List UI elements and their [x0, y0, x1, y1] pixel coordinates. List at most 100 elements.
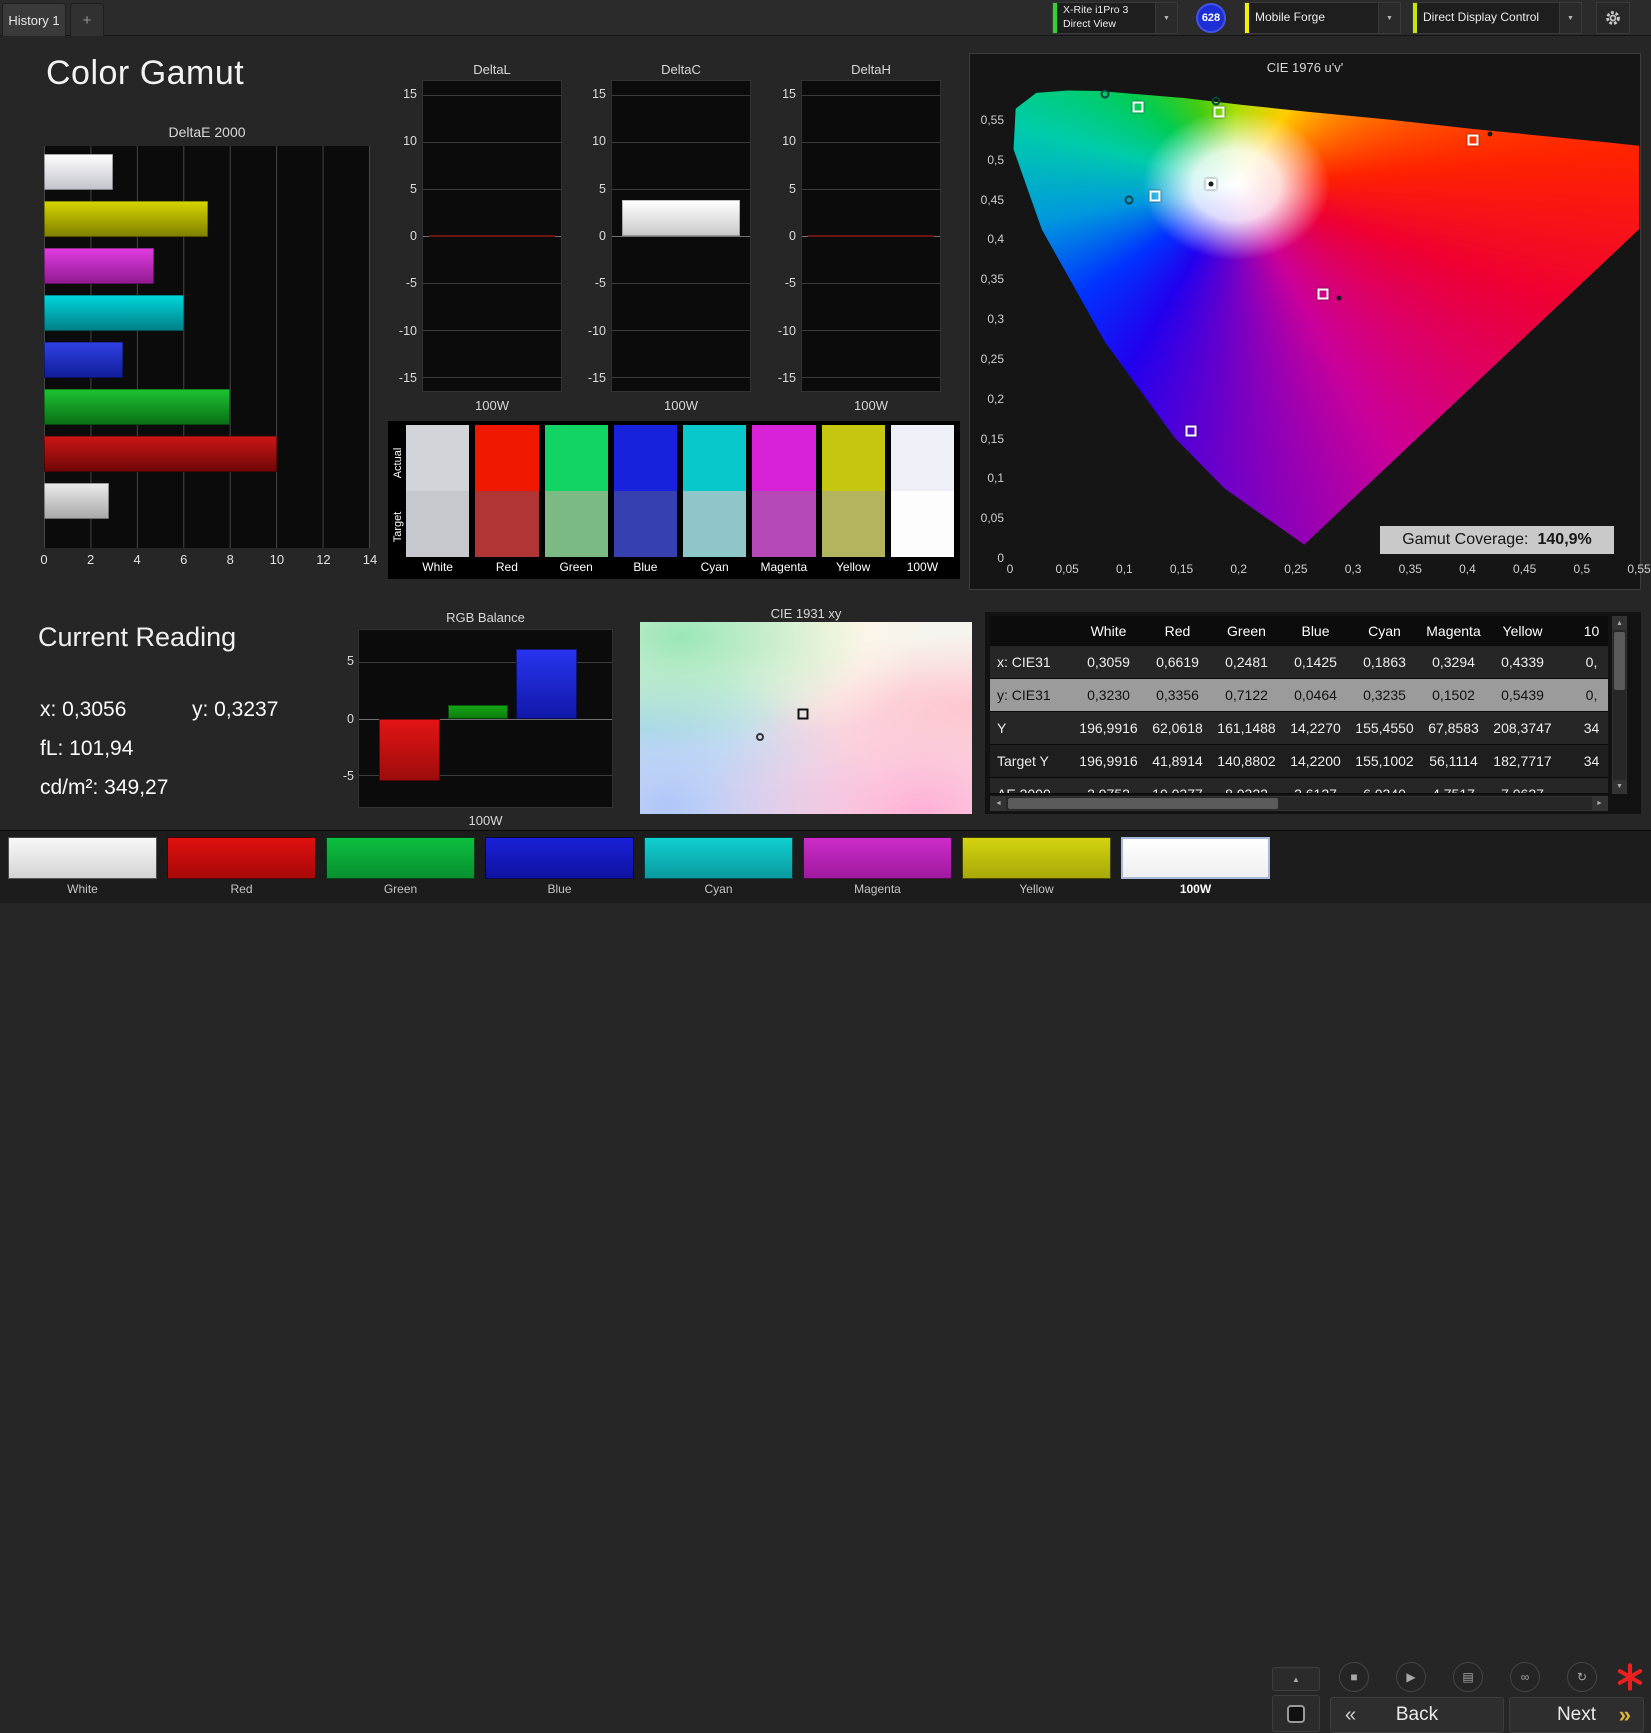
table-cell: 0,5439 [1501, 687, 1544, 703]
swatch-target [890, 491, 954, 557]
gridline [802, 376, 940, 378]
x-tick-label: 0,5 [1573, 562, 1591, 576]
vertical-scroll-thumb[interactable] [1614, 632, 1625, 690]
table-cell: 155,4550 [1355, 720, 1414, 736]
display-control-name: Direct Display Control [1423, 10, 1540, 25]
table-row-x-cie31[interactable]: x: CIE31 0,3059 0,6619 0,2481 0,1425 0,1863 0,… [990, 646, 1608, 679]
table-cell: 0,3230 [1087, 687, 1130, 703]
table-cell: 0,2481 [1225, 654, 1268, 670]
gamut-coverage-label: Gamut Coverage: [1402, 531, 1529, 548]
gridline [802, 282, 940, 284]
x-tick-label: 0 [1006, 562, 1014, 576]
table-vertical-scrollbar[interactable]: ▲ ▼ [1612, 616, 1627, 794]
table-cell: 0,3059 [1087, 654, 1130, 670]
gamut-coverage-readout: Gamut Coverage: 140,9% [1380, 526, 1614, 554]
table-cell: 196,9916 [1079, 753, 1138, 769]
y-tick-label: 10 [782, 134, 796, 149]
table-cell: 2,6127 [1281, 778, 1350, 793]
cie-1931-title: CIE 1931 xy [770, 606, 842, 621]
pattern-color-block [1121, 837, 1270, 879]
meter-dropdown[interactable]: X-Rite i1Pro 3 Direct View ▼ [1052, 2, 1178, 34]
pattern-button-cyan[interactable]: Cyan [644, 837, 793, 896]
y-tick-label: -15 [587, 370, 606, 385]
save-button[interactable]: ▤ [1453, 1662, 1483, 1692]
horizontal-scroll-thumb[interactable] [1008, 798, 1278, 809]
stop-button[interactable]: ■ [1339, 1662, 1369, 1692]
row-label: Y [997, 720, 1007, 736]
gridline [423, 376, 561, 378]
pattern-label: Green [383, 882, 418, 896]
table-cell: 0,1425 [1294, 654, 1337, 670]
reading-cdm2: cd/m²: 349,27 [40, 776, 169, 799]
display-control-dropdown[interactable]: Direct Display Control ▼ [1412, 2, 1582, 34]
table-cell: 0,1863 [1363, 654, 1406, 670]
pattern-button-green[interactable]: Green [326, 837, 475, 896]
table-row-target-y[interactable]: Target Y 196,9916 41,8914 140,8802 14,2200 15… [990, 745, 1608, 778]
chevron-down-icon[interactable]: ▼ [1378, 3, 1400, 33]
y-axis-ticks: 15 10 5 0 -5 -10 -15 [764, 80, 796, 392]
gridline [612, 329, 750, 331]
y-tick-label: 5 [599, 181, 606, 196]
scroll-right-icon[interactable]: ► [1592, 797, 1607, 810]
pattern-label: Yellow [1019, 882, 1054, 896]
scroll-up-icon[interactable]: ▲ [1613, 617, 1626, 630]
plot-area [611, 80, 751, 392]
pattern-button-blue[interactable]: Blue [485, 837, 634, 896]
pattern-button-100w[interactable]: 100W [1121, 837, 1270, 896]
pattern-source-dropdown[interactable]: Mobile Forge ▼ [1244, 2, 1401, 34]
marker-green-target [1132, 101, 1144, 113]
swatch-yellow: Yellow [821, 425, 885, 577]
x-tick-label: 0,45 [1512, 562, 1537, 576]
table-cell: 10,0377 [1143, 778, 1212, 793]
table-row--e-2000[interactable]: ΔE 20002,975210,03778,03222,61276,03404,… [990, 778, 1608, 794]
rgb-x-axis-label: 100W [468, 813, 503, 828]
y-tick-label: 0,1 [987, 471, 1004, 486]
play-button[interactable]: ▶ [1396, 1662, 1426, 1692]
swatch-label: Magenta [760, 560, 808, 574]
tab-history-1[interactable]: History 1 [2, 3, 66, 36]
next-button[interactable]: Next » [1509, 1697, 1644, 1733]
y-tick-label: 0,5 [987, 152, 1004, 167]
table-horizontal-scrollbar[interactable]: ◄ ► [990, 796, 1608, 811]
column-header: Red [1164, 623, 1191, 639]
delta-c-chart: DeltaC 15 10 5 0 -5 -10 -15 100W [588, 62, 751, 422]
measurement-zero-line [807, 235, 935, 237]
x-tick-label: 14 [362, 552, 378, 567]
collapse-panel-button[interactable]: ▲ [1272, 1667, 1320, 1691]
delta-h-chart: DeltaH 15 10 5 0 -5 -10 -15 100W [778, 62, 941, 422]
column-header: Blue [1301, 623, 1330, 639]
x-tick-label: 0,2 [1230, 562, 1248, 576]
y-tick-label: 0,2 [987, 391, 1004, 406]
scroll-left-icon[interactable]: ◄ [991, 797, 1006, 810]
pattern-window-button[interactable] [1272, 1695, 1320, 1732]
chevron-down-icon[interactable]: ▼ [1155, 3, 1177, 33]
pattern-button-magenta[interactable]: Magenta [803, 837, 952, 896]
chevron-down-icon[interactable]: ▼ [1559, 3, 1581, 33]
marker-red-measured [1487, 131, 1493, 137]
pattern-button-yellow[interactable]: Yellow [962, 837, 1111, 896]
table-row-y[interactable]: Y 196,9916 62,0618 161,1488 14,2270 155,4550 6… [990, 712, 1608, 745]
scroll-down-icon[interactable]: ▼ [1613, 780, 1626, 793]
back-button[interactable]: « Back [1330, 1697, 1504, 1733]
table-cell: 0, [1585, 687, 1598, 703]
y-tick-label: -5 [594, 276, 606, 291]
pattern-button-white[interactable]: White [8, 837, 157, 896]
table-row-y-cie31[interactable]: y: CIE31 0,3230 0,3356 0,7122 0,0464 0,3235 0,… [990, 679, 1608, 712]
deltae-bar-magenta [44, 248, 155, 284]
refresh-button[interactable]: ↻ [1567, 1662, 1597, 1692]
table-cell: 0,3356 [1156, 687, 1199, 703]
loop-button[interactable]: ∞ [1510, 1662, 1540, 1692]
table-cell: 161,1488 [1217, 720, 1276, 736]
table-cell: 0, [1585, 654, 1598, 670]
pattern-button-red[interactable]: Red [167, 837, 316, 896]
swatch-row-labels: Actual Target [390, 425, 406, 577]
add-tab-button[interactable]: + [70, 3, 104, 36]
cie-1976-title: CIE 1976 u'v' [1266, 60, 1344, 75]
y-tick-label: 15 [403, 87, 417, 102]
marker-white-measured [1208, 181, 1214, 187]
x-tick-label: 0,05 [1055, 562, 1079, 576]
gridline [612, 282, 750, 284]
swatch-label: 100W [906, 560, 939, 574]
table-cell: 182,7717 [1493, 753, 1552, 769]
settings-button[interactable] [1596, 2, 1630, 34]
